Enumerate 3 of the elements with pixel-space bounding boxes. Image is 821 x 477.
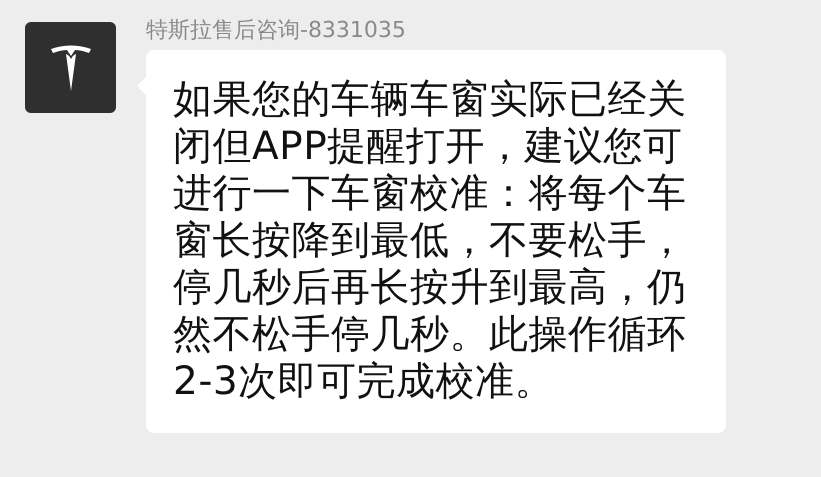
message-text: 如果您的车辆车窗实际已经关闭但APP提醒打开，建议您可进行一下车窗校准：将每个车窗长按降到最低，不要松手，停几秒后再长按升到最高，仍然不松手停几秒。此操作循环2-3次即可完成校准。 (173, 77, 686, 404)
avatar[interactable] (25, 22, 116, 113)
sender-name: 特斯拉售后咨询-8331035 (146, 17, 407, 45)
